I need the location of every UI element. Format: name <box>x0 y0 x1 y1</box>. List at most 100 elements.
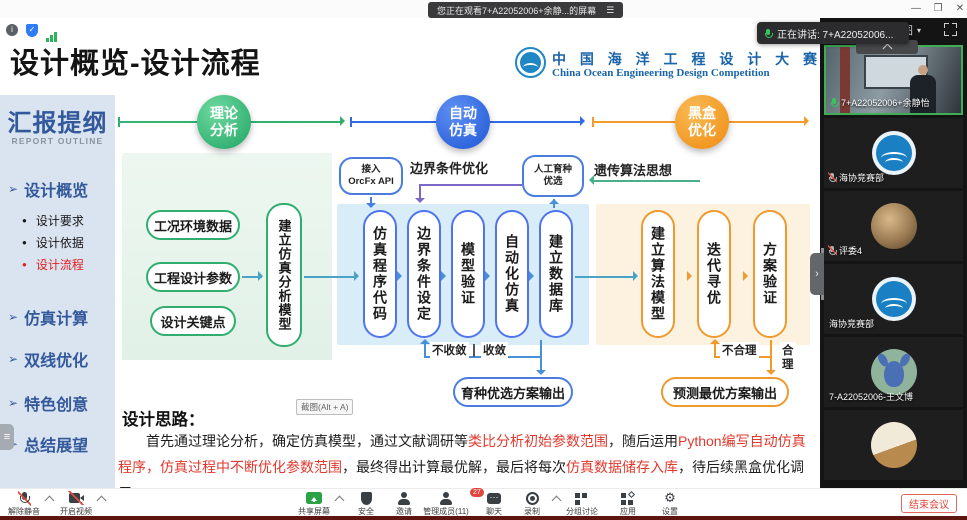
watching-banner: 您正在观看7+A22052006+余静...的屏幕 ☰ <box>428 2 623 18</box>
outline-item-design-requirements: ●设计要求 <box>22 212 84 229</box>
arrow-marker-icon: ➢ <box>8 182 18 196</box>
arrow-marker-icon: ➢ <box>8 352 18 366</box>
info-icon[interactable]: i <box>6 24 18 36</box>
flow-arrow-down <box>366 203 376 213</box>
gear-icon: ⚙ <box>664 491 676 505</box>
shield-icon[interactable]: ✓ <box>26 24 38 37</box>
pill-sim-code: 仿真程序代码 <box>363 210 397 338</box>
stage-blackbox-optimization: 黑盒优化 <box>675 95 729 149</box>
pill-breeding-output: 育种优选方案输出 <box>453 377 573 407</box>
outline-section-optimization: ➢双线优化 <box>8 347 88 371</box>
association-logo-icon <box>872 277 916 321</box>
presenter-head <box>918 65 928 75</box>
flow-arrow <box>397 271 407 281</box>
video-tile-bottom[interactable] <box>824 410 963 480</box>
outline-title: 汇报提纲 <box>0 103 115 138</box>
flow-arrow <box>258 271 268 281</box>
menu-icon[interactable]: ☰ <box>606 5 614 16</box>
flow-arrow <box>441 271 451 281</box>
outline-section-creativity: ➢特色创意 <box>8 391 88 415</box>
pill-design-keypoints: 设计关键点 <box>150 306 236 336</box>
flow-arrow-left <box>584 175 594 185</box>
pill-build-simulation-model: 建立仿真分析模型 <box>266 203 302 347</box>
pill-scheme-validation: 方案验证 <box>753 210 787 338</box>
fullscreen-icon[interactable] <box>944 23 957 36</box>
pill-build-algorithm-model: 建立算法模型 <box>641 210 675 338</box>
taskbar-edge <box>0 516 967 520</box>
not-converge-label: 不收敛 <box>430 342 469 358</box>
record-icon <box>526 491 539 505</box>
flow-arrow-down <box>415 198 425 208</box>
bullet-icon: ● <box>22 238 27 247</box>
settings-button[interactable]: ⚙ 设置 <box>644 491 696 517</box>
meeting-window: 您正在观看7+A22052006+余静...的屏幕 ☰ — ❐ ✕ i ✓ 设计… <box>0 0 967 520</box>
flow-arrow <box>633 271 643 281</box>
unreasonable-label: 不合理 <box>720 342 759 358</box>
video-tile-presenter[interactable]: 7+A22052006+余静怡 <box>824 45 963 115</box>
stage-arrow-green <box>340 116 350 126</box>
chevron-up-icon[interactable] <box>98 497 105 504</box>
flow-arrow-up <box>420 334 430 344</box>
outline-item-design-basis: ●设计依据 <box>22 234 84 251</box>
start-video-button[interactable]: 开启视频 <box>50 491 102 517</box>
video-tile-judge4[interactable]: 评委4 <box>824 191 963 261</box>
end-meeting-button[interactable]: 结束会议 <box>901 494 957 513</box>
flow-arrow-up <box>710 334 720 344</box>
flow-arrow <box>354 271 364 281</box>
pill-boundary-setting: 边界条件设定 <box>407 210 441 338</box>
pill-predicted-best-output: 预测最优方案输出 <box>661 377 789 407</box>
mic-muted-icon <box>829 246 835 255</box>
flow-arrow <box>687 271 697 281</box>
video-tile-wangwenbo[interactable]: 7-A22052006-王文博 <box>824 337 963 407</box>
pill-build-database: 建立数据库 <box>539 210 573 338</box>
screenshot-shortcut-button[interactable]: 截图(Alt + A) <box>296 399 353 415</box>
minimize-button[interactable]: — <box>908 1 924 16</box>
panel-collapse-tab[interactable]: › <box>810 253 824 295</box>
competition-title-cn: 中 国 海 洋 工 程 设 计 大 赛 <box>552 49 822 69</box>
bullet-icon: ● <box>22 216 27 225</box>
speaking-mic-icon <box>765 29 771 38</box>
flow-arrow-down <box>536 370 546 380</box>
breakout-rooms-button[interactable]: 分组讨论 <box>556 491 608 517</box>
manage-members-button[interactable]: 27 管理成员(11) <box>420 491 472 517</box>
converge-label: 收敛 <box>481 342 508 358</box>
stage-theory-analysis: 理论分析 <box>197 95 251 149</box>
orcfx-api-box: 接入 OrcFx API <box>339 157 403 195</box>
video-tile-haixie-2[interactable]: 海协竞赛部 <box>824 264 963 334</box>
stage-arrow-blue <box>580 116 590 126</box>
share-screen-icon <box>306 491 322 505</box>
pill-auto-simulation: 自动化仿真 <box>495 210 529 338</box>
outline-section-summary: ➢总结展望 <box>8 432 88 456</box>
flow-arrow <box>743 271 753 281</box>
record-button[interactable]: 录制 <box>506 491 558 517</box>
association-logo-icon <box>872 131 916 175</box>
close-button[interactable]: ✕ <box>952 1 967 16</box>
pill-iterative-search: 迭代寻优 <box>697 210 731 338</box>
security-shield-icon <box>361 491 372 505</box>
maximize-button[interactable]: ❐ <box>930 1 946 16</box>
artificial-breeding-box: 人工育种 优选 <box>522 155 584 197</box>
outline-section-simulation: ➢仿真计算 <box>8 305 88 329</box>
planet-avatar <box>871 203 917 249</box>
members-icon: 27 <box>440 491 452 505</box>
arrow-marker-icon: ➢ <box>8 310 18 324</box>
unmute-button[interactable]: 解除静音 <box>0 491 50 517</box>
competition-logo-icon <box>515 47 546 78</box>
reasonable-label-2: 理 <box>780 356 796 372</box>
genetic-algorithm-label: 遗传算法思想 <box>594 160 672 179</box>
cartoon-avatar <box>871 349 917 395</box>
shared-screen-slide: i ✓ 设计概览-设计流程 中 国 海 洋 工 程 设 计 大 赛 China … <box>0 18 820 488</box>
speaking-toast: 正在讲话: 7+A22052006... <box>757 22 909 44</box>
arrow-marker-icon: ➢ <box>8 396 18 410</box>
participants-video-panel: 者视图 ▾ 7+A22052006+余静怡 海协竞赛部 评委4 <box>820 18 967 488</box>
video-tile-haixie-1[interactable]: 海协竞赛部 <box>824 118 963 188</box>
slide-title: 设计概览-设计流程 <box>10 40 261 82</box>
meeting-toolbar: 解除静音 开启视频 共享屏幕 安全 邀请 27 管理成员(11) ··· 聊天 <box>0 488 967 516</box>
mountain-avatar <box>871 422 917 468</box>
share-screen-button[interactable]: 共享屏幕 <box>288 491 340 517</box>
chat-bubble-icon: ··· <box>487 491 501 505</box>
invite-person-icon <box>398 491 410 505</box>
floating-panel-handle[interactable]: ≡ <box>0 424 14 450</box>
flow-arrow-down <box>766 370 776 380</box>
flow-arrow <box>529 271 539 281</box>
